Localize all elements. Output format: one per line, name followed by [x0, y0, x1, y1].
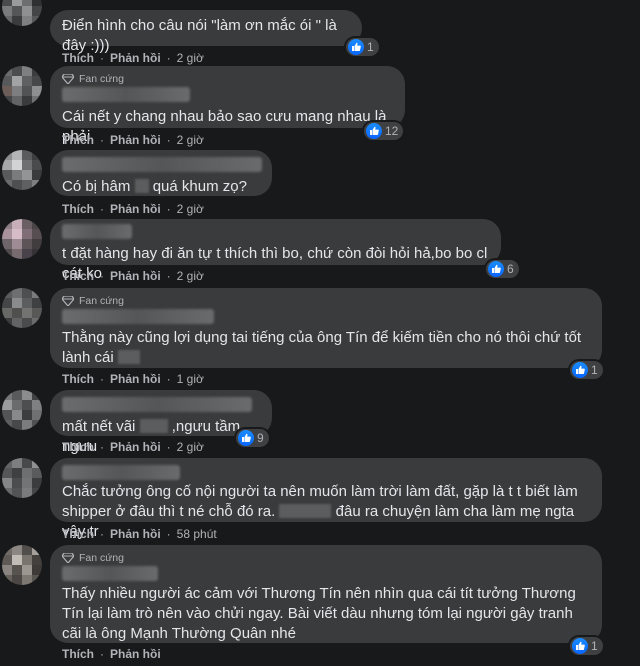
comment-actions: Thích · Phản hồi · 2 giờ [62, 269, 204, 283]
timestamp[interactable]: 1 giờ [177, 372, 204, 386]
reply-link[interactable]: Phản hồi [110, 133, 161, 147]
timestamp[interactable]: 2 giờ [177, 269, 204, 283]
redacted-word [117, 350, 140, 364]
comment-actions: Thích · Phản hồi · 2 giờ [62, 440, 204, 454]
avatar[interactable] [2, 288, 42, 328]
comment-text: Thằng này cũng lợi dụng tai tiếng của ôn… [62, 329, 582, 366]
author-name[interactable] [62, 465, 180, 480]
timestamp[interactable]: 2 giờ [177, 202, 204, 216]
like-link[interactable]: Thích [62, 527, 94, 541]
reaction-count[interactable]: 1 [346, 38, 379, 56]
comment-actions: Thích · Phản hồi · 2 giờ [62, 202, 204, 216]
timestamp[interactable]: 2 giờ [177, 51, 204, 65]
fan-badge: Fan cứng [62, 73, 393, 85]
redacted-word [279, 504, 332, 518]
comment-bubble: Điển hình cho câu nói "làm ơn mắc ói " l… [50, 10, 362, 54]
reaction-count[interactable]: 12 [364, 122, 404, 140]
diamond-badge-icon [62, 296, 74, 306]
author-name[interactable] [62, 566, 158, 581]
like-link[interactable]: Thích [62, 372, 94, 386]
fan-badge: Fan cứng [62, 295, 590, 307]
avatar[interactable] [2, 66, 42, 106]
reply-link[interactable]: Phản hồi [110, 440, 161, 454]
thumbs-up-icon [366, 123, 382, 139]
author-name[interactable] [62, 224, 132, 239]
reaction-count[interactable]: 1 [570, 637, 603, 655]
comment-actions: Thích · Phản hồi · 1 giờ [62, 372, 204, 386]
timestamp[interactable]: 2 giờ [177, 133, 204, 147]
comment-actions: Thích · Phản hồi [62, 647, 161, 661]
reaction-count[interactable]: 6 [486, 260, 519, 278]
reply-link[interactable]: Phản hồi [110, 202, 161, 216]
reply-link[interactable]: Phản hồi [110, 647, 161, 661]
reply-link[interactable]: Phản hồi [110, 527, 161, 541]
comment-bubble: t đặt hàng hay đi ăn tự t thích thì bo, … [50, 219, 501, 282]
avatar[interactable] [2, 458, 42, 498]
comment-actions: Thích · Phản hồi · 58 phút [62, 527, 217, 541]
thumbs-up-icon [572, 638, 588, 654]
avatar[interactable] [2, 390, 42, 430]
diamond-badge-icon [62, 553, 74, 563]
thumbs-up-icon [488, 261, 504, 277]
comment-bubble: Có bị hâm quá khum zọ? [50, 150, 272, 196]
thumbs-up-icon [238, 430, 254, 446]
reply-link[interactable]: Phản hồi [110, 51, 161, 65]
reply-link[interactable]: Phản hồi [110, 372, 161, 386]
reaction-count[interactable]: 1 [570, 361, 603, 379]
diamond-badge-icon [62, 74, 74, 84]
avatar[interactable] [2, 150, 42, 190]
like-link[interactable]: Thích [62, 647, 94, 661]
avatar[interactable] [2, 545, 42, 585]
fan-badge: Fan cứng [62, 552, 590, 564]
author-name[interactable] [62, 397, 252, 412]
like-link[interactable]: Thích [62, 51, 94, 65]
thumbs-up-icon [348, 39, 364, 55]
comment-bubble: Chắc tưởng ông cố nội người ta nên muốn … [50, 458, 602, 540]
like-link[interactable]: Thích [62, 269, 94, 283]
avatar[interactable] [2, 0, 42, 26]
comment-text: Thấy nhiều người ác cảm với Thương Tín n… [62, 585, 576, 642]
timestamp[interactable]: 2 giờ [177, 440, 204, 454]
author-name[interactable] [62, 309, 214, 324]
author-name[interactable] [62, 87, 190, 102]
like-link[interactable]: Thích [62, 440, 94, 454]
comment-bubble: Fan cứng Thấy nhiều người ác cảm với Thư… [50, 545, 602, 643]
redacted-word [139, 419, 168, 433]
author-name[interactable] [62, 157, 262, 172]
comment-actions: Thích · Phản hồi · 2 giờ [62, 133, 204, 147]
comment-bubble: Fan cứng Cái nết y chang nhau bảo sao cư… [50, 66, 405, 145]
reaction-count[interactable]: 9 [236, 429, 269, 447]
like-link[interactable]: Thích [62, 133, 94, 147]
comment-actions: Thích · Phản hồi · 2 giờ [62, 51, 204, 65]
comment-text: Có bị hâm quá khum zọ? [62, 178, 247, 195]
reply-link[interactable]: Phản hồi [110, 269, 161, 283]
timestamp[interactable]: 58 phút [177, 527, 217, 541]
avatar[interactable] [2, 219, 42, 259]
thumbs-up-icon [572, 362, 588, 378]
redacted-word [134, 179, 149, 193]
like-link[interactable]: Thích [62, 202, 94, 216]
comment-bubble: mất nết vãi ,ngưu tầm ngưu [50, 390, 272, 455]
comment-text: Điển hình cho câu nói "làm ơn mắc ói " l… [62, 17, 337, 54]
comment-bubble: Fan cứng Thằng này cũng lợi dụng tai tiế… [50, 288, 602, 368]
